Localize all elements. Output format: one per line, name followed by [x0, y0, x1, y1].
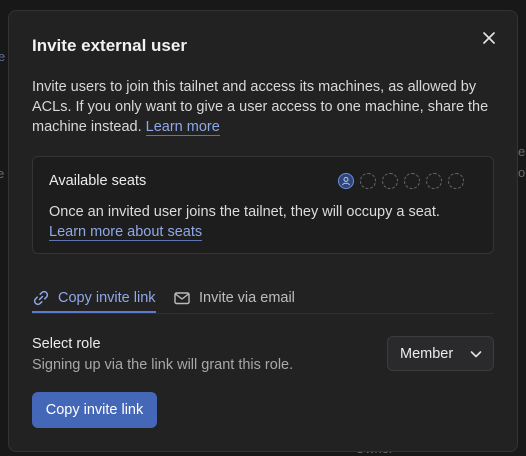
invite-tabs: Copy invite link Invite via email	[32, 284, 494, 314]
seat-empty	[426, 173, 442, 189]
dialog-title: Invite external user	[32, 36, 187, 55]
role-hint: Signing up via the link will grant this …	[32, 357, 294, 373]
seat-empty	[448, 173, 464, 189]
tabs-divider	[32, 313, 494, 314]
seat-indicators	[338, 173, 464, 189]
role-select-value: Member	[400, 345, 454, 362]
copy-invite-link-button[interactable]: Copy invite link	[32, 392, 157, 428]
seats-title: Available seats	[49, 173, 147, 189]
role-select[interactable]: Member	[387, 336, 494, 371]
mail-icon	[174, 292, 190, 305]
user-icon	[341, 176, 351, 186]
seat-filled	[338, 173, 354, 189]
seats-explanation: Once an invited user joins the tailnet, …	[49, 202, 469, 242]
seat-empty	[404, 173, 420, 189]
chevron-down-icon	[470, 350, 482, 357]
tab-label: Invite via email	[199, 290, 295, 306]
background-fragment: e	[518, 144, 526, 159]
description-text: Invite users to join this tailnet and ac…	[32, 79, 489, 135]
background-fragment: e	[0, 166, 5, 181]
seats-card: Available seats Once an invited user joi…	[32, 156, 494, 254]
seat-empty	[360, 173, 376, 189]
tab-copy-invite-link[interactable]: Copy invite link	[32, 284, 156, 312]
learn-more-seats-link[interactable]: Learn more about seats	[49, 224, 203, 241]
close-button[interactable]	[479, 28, 499, 48]
tab-label: Copy invite link	[58, 290, 156, 306]
dialog-description: Invite users to join this tailnet and ac…	[32, 77, 502, 137]
background-fragment: e	[0, 49, 6, 64]
close-icon	[483, 32, 495, 44]
background-fragment: o	[518, 165, 526, 180]
role-label: Select role	[32, 336, 101, 352]
seats-text: Once an invited user joins the tailnet, …	[49, 204, 440, 220]
tab-invite-via-email[interactable]: Invite via email	[173, 284, 295, 312]
invite-dialog: Invite external user Invite users to joi…	[8, 10, 518, 452]
seat-empty	[382, 173, 398, 189]
link-icon	[33, 290, 49, 306]
learn-more-link[interactable]: Learn more	[145, 119, 220, 136]
